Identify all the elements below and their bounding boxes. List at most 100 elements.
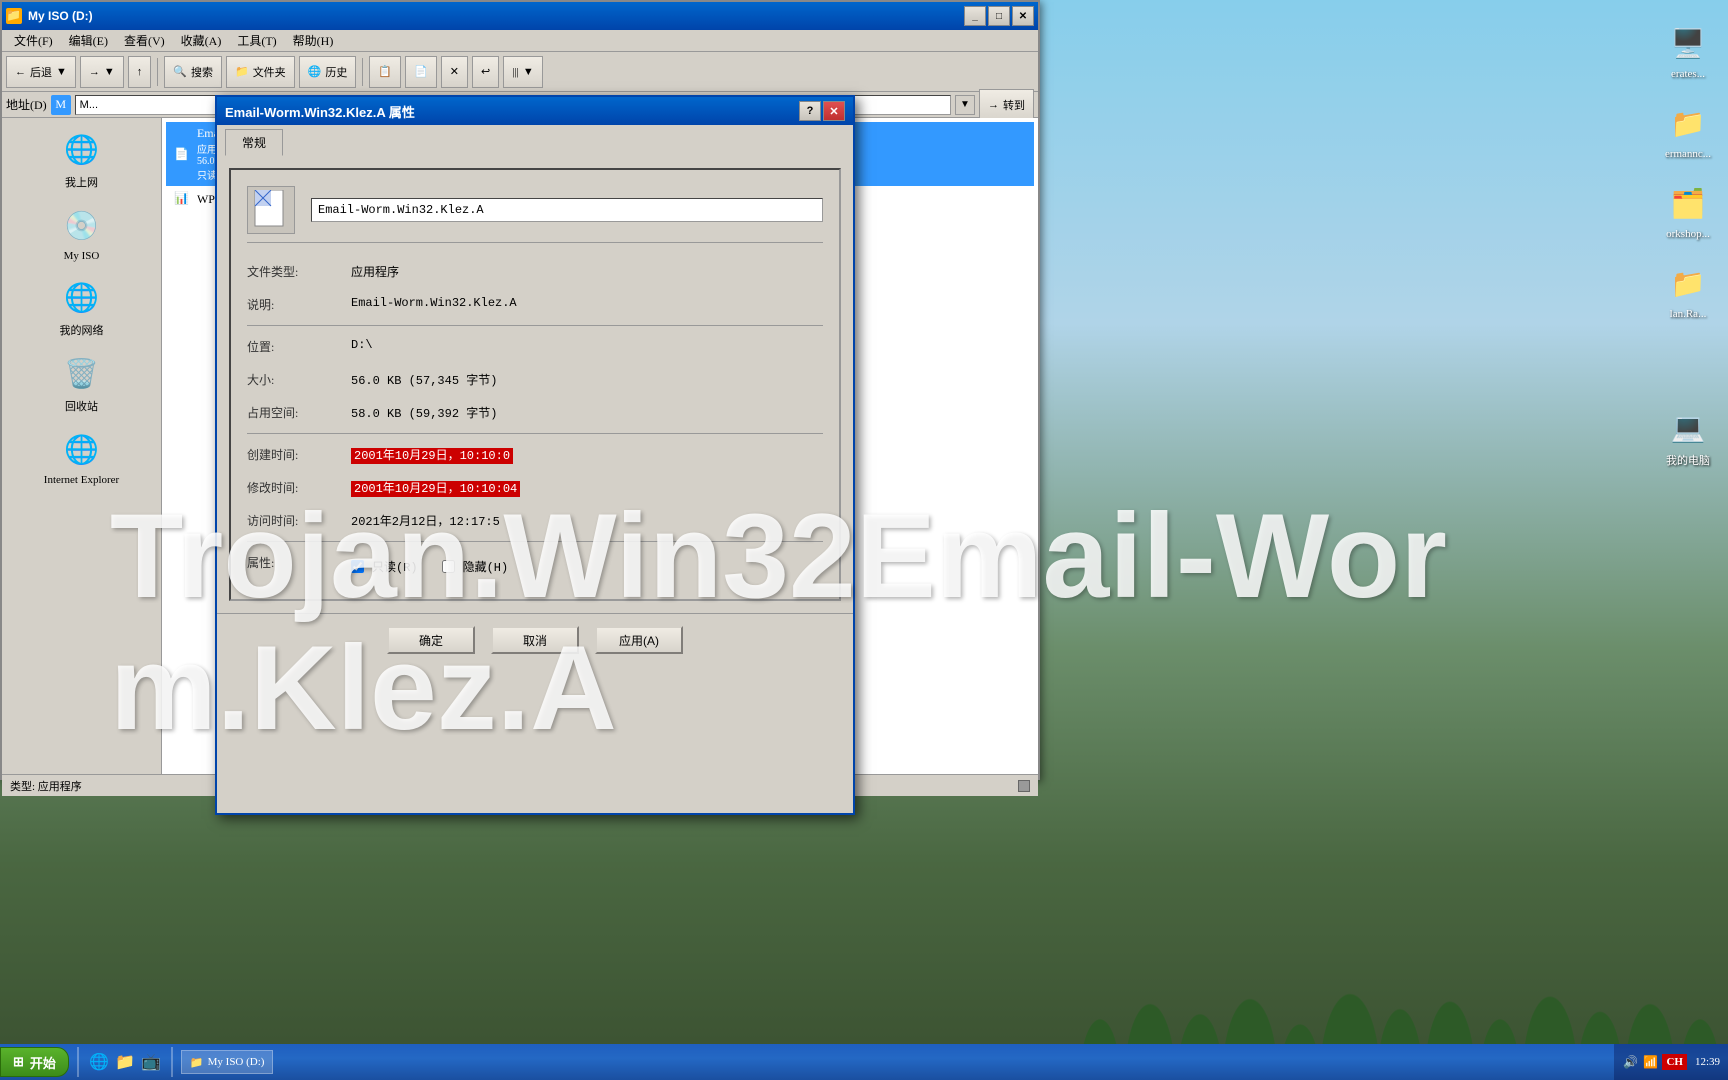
goto-arrow-icon: → bbox=[988, 99, 999, 111]
toolbar-views-button[interactable]: ||| ▼ bbox=[503, 56, 543, 88]
start-label: 开始 bbox=[30, 1053, 56, 1072]
sidebar-item-myiso[interactable]: 💿 My ISO bbox=[6, 198, 157, 270]
quicklaunch-explorer-icon[interactable]: 📁 bbox=[113, 1050, 137, 1074]
desktop-icon-ra-label: lan.Ra... bbox=[1670, 308, 1707, 320]
menu-file[interactable]: 文件(F) bbox=[6, 30, 61, 51]
start-windows-icon: ⊞ bbox=[13, 1054, 24, 1070]
dialog-titlebar: Email-Worm.Win32.Klez.A 属性 ? ✕ bbox=[217, 97, 853, 125]
explorer-close-button[interactable]: ✕ bbox=[1012, 6, 1034, 26]
toolbar-history-button[interactable]: 🌐 历史 bbox=[299, 56, 357, 88]
prop-divider-3 bbox=[247, 541, 823, 542]
location-label: 位置: bbox=[247, 330, 347, 363]
explorer-minimize-button[interactable]: _ bbox=[964, 6, 986, 26]
quicklaunch-media-icon[interactable]: 📺 bbox=[139, 1050, 163, 1074]
properties-dialog: Email-Worm.Win32.Klez.A 属性 ? ✕ 常规 bbox=[215, 95, 855, 815]
created-value: 2001年10月29日，10:10:0 bbox=[347, 438, 823, 471]
hidden-checkbox[interactable] bbox=[442, 560, 455, 573]
taskbar-separator-2 bbox=[171, 1047, 173, 1077]
taskbar-item-myiso-icon: 📁 bbox=[190, 1056, 204, 1069]
desktop-icons-area: 🖥️ erates... 📁 ermannc... 🗂️ orkshop... … bbox=[1028, 0, 1728, 750]
sidebar-network-label: 我的网络 bbox=[60, 322, 104, 338]
tray-sound-icon[interactable]: 🔊 bbox=[1622, 1054, 1638, 1070]
quicklaunch-area: 🌐 📁 📺 bbox=[83, 1050, 167, 1074]
file-item-wps-icon: 📊 bbox=[174, 191, 189, 206]
ie-icon: 🌐 bbox=[62, 430, 102, 470]
goto-button[interactable]: → 转到 bbox=[979, 89, 1034, 121]
desktop-icon-mycomputer[interactable]: 💻 我的电脑 bbox=[1648, 404, 1728, 472]
ok-button[interactable]: 确定 bbox=[387, 626, 475, 654]
readonly-checkbox[interactable] bbox=[351, 560, 364, 573]
readonly-checkbox-row: 只读(R) 隐藏(H) bbox=[351, 558, 819, 575]
file-name-input[interactable] bbox=[311, 198, 823, 222]
toolbar-copy-button[interactable]: 📋 bbox=[369, 56, 401, 88]
address-dropdown-button[interactable]: ▼ bbox=[955, 95, 975, 115]
explorer-titlebar[interactable]: 📁 My ISO (D:) _ □ ✕ bbox=[2, 2, 1038, 30]
created-time-highlighted: 2001年10月29日，10:10:0 bbox=[351, 448, 513, 464]
taskbar-item-myiso[interactable]: 📁 My ISO (D:) bbox=[181, 1050, 274, 1074]
tray-ch-indicator[interactable]: CH bbox=[1662, 1054, 1687, 1070]
network-icon: 🌐 bbox=[62, 278, 102, 318]
tab-general[interactable]: 常规 bbox=[225, 129, 283, 156]
file-type-label: 文件类型: bbox=[247, 255, 347, 288]
toolbar-delete-button[interactable]: ✕ bbox=[441, 56, 468, 88]
hidden-label: 隐藏(H) bbox=[463, 558, 509, 575]
desktop-icon-erates-icon: 🖥️ bbox=[1668, 24, 1708, 64]
cancel-button[interactable]: 取消 bbox=[491, 626, 579, 654]
toolbar-separator-1 bbox=[157, 58, 158, 86]
sidebar-item-internet[interactable]: 🌐 我上网 bbox=[6, 122, 157, 198]
dialog-tab-bar: 常规 bbox=[217, 125, 853, 156]
menu-view[interactable]: 查看(V) bbox=[116, 30, 173, 51]
menu-favorites[interactable]: 收藏(A) bbox=[173, 30, 230, 51]
tray-network-icon[interactable]: 📶 bbox=[1642, 1054, 1658, 1070]
desktop-icon-workshop[interactable]: 🗂️ orkshop... bbox=[1648, 180, 1728, 244]
accessed-value: 2021年2月12日，12:17:5 bbox=[347, 504, 823, 537]
sidebar-item-ie[interactable]: 🌐 Internet Explorer bbox=[6, 422, 157, 494]
folders-icon: 📁 bbox=[235, 65, 249, 78]
toolbar-undo-button[interactable]: ↩ bbox=[472, 56, 499, 88]
sidebar-internet-label: 我上网 bbox=[65, 174, 98, 190]
forward-arrow-icon: → bbox=[89, 66, 100, 78]
explorer-menubar: 文件(F) 编辑(E) 查看(V) 收藏(A) 工具(T) 帮助(H) bbox=[2, 30, 1038, 52]
back-arrow-icon: ← bbox=[15, 66, 26, 78]
description-value: Email-Worm.Win32.Klez.A bbox=[347, 288, 823, 321]
desktop-icon-mycomputer-icon: 💻 bbox=[1668, 408, 1708, 448]
disk-size-value: 58.0 KB (59,392 字节) bbox=[347, 396, 823, 429]
toolbar-search-button[interactable]: 🔍 搜索 bbox=[164, 56, 222, 88]
apply-button[interactable]: 应用(A) bbox=[595, 626, 683, 654]
explorer-maximize-button[interactable]: □ bbox=[988, 6, 1010, 26]
desktop-icon-ra[interactable]: 📁 lan.Ra... bbox=[1648, 260, 1728, 324]
back-dropdown-icon[interactable]: ▼ bbox=[56, 66, 67, 78]
file-item-emailworm-icon: 📄 bbox=[174, 147, 189, 162]
explorer-toolbar: ← 后退 ▼ → ▼ ↑ 🔍 搜索 📁 文件夹 🌐 历史 📋 📄 ✕ ↩ |||… bbox=[2, 52, 1038, 92]
address-icon: M bbox=[51, 95, 71, 115]
sidebar-item-network[interactable]: 🌐 我的网络 bbox=[6, 270, 157, 346]
menu-help[interactable]: 帮助(H) bbox=[285, 30, 342, 51]
quicklaunch-ie-icon[interactable]: 🌐 bbox=[87, 1050, 111, 1074]
toolbar-up-button[interactable]: ↑ bbox=[128, 56, 152, 88]
forward-dropdown-icon[interactable]: ▼ bbox=[104, 66, 115, 78]
menu-edit[interactable]: 编辑(E) bbox=[61, 30, 116, 51]
desktop-icon-performance-icon: 📁 bbox=[1668, 104, 1708, 144]
description-label: 说明: bbox=[247, 288, 347, 321]
dialog-title: Email-Worm.Win32.Klez.A 属性 bbox=[225, 102, 799, 121]
desktop-icon-erates-label: erates... bbox=[1671, 68, 1705, 80]
desktop-icon-performance[interactable]: 📁 ermannc... bbox=[1648, 100, 1728, 164]
toolbar-back-button[interactable]: ← 后退 ▼ bbox=[6, 56, 76, 88]
toolbar-forward-button[interactable]: → ▼ bbox=[80, 56, 124, 88]
menu-tools[interactable]: 工具(T) bbox=[229, 30, 284, 51]
views-dropdown-icon[interactable]: ▼ bbox=[523, 66, 534, 78]
prop-divider-1 bbox=[247, 325, 823, 326]
desktop-icon-erates[interactable]: 🖥️ erates... bbox=[1648, 20, 1728, 84]
sidebar-item-recycle[interactable]: 🗑️ 回收站 bbox=[6, 346, 157, 422]
taskbar-clock: 12:39 bbox=[1691, 1056, 1720, 1068]
dialog-help-button[interactable]: ? bbox=[799, 101, 821, 121]
recycle-icon: 🗑️ bbox=[62, 354, 102, 394]
address-label: 地址(D) bbox=[6, 96, 47, 113]
prop-divider-2 bbox=[247, 433, 823, 434]
dialog-close-button[interactable]: ✕ bbox=[823, 101, 845, 121]
toolbar-paste-button[interactable]: 📄 bbox=[405, 56, 437, 88]
start-button[interactable]: ⊞ 开始 bbox=[0, 1047, 69, 1077]
toolbar-folders-button[interactable]: 📁 文件夹 bbox=[226, 56, 295, 88]
attributes-value: 只读(R) 隐藏(H) bbox=[347, 546, 823, 583]
search-icon: 🔍 bbox=[173, 65, 187, 78]
